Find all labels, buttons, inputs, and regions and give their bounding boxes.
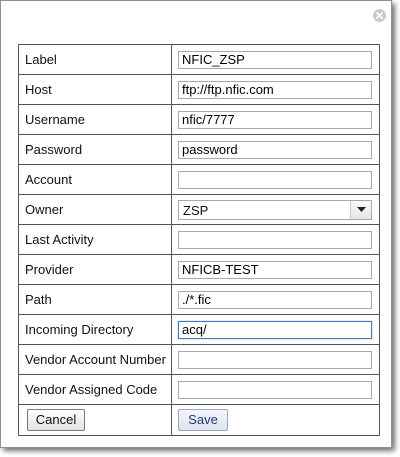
vendor-assigned-code-input[interactable] [178, 380, 372, 399]
last-activity-input[interactable] [178, 230, 372, 249]
form-row-path: Path [18, 284, 380, 315]
account-input[interactable] [178, 170, 372, 189]
form-row-password: Password [18, 134, 380, 165]
form-row-vendor-account-number: Vendor Account Number [18, 344, 380, 375]
host-input[interactable] [178, 80, 372, 99]
path-field-label: Path [18, 284, 172, 315]
settings-form: Label Host Username Password Account Own… [18, 44, 380, 436]
form-row-incoming-directory: Incoming Directory [18, 314, 380, 345]
password-field-label: Password [18, 134, 172, 165]
owner-field-label: Owner [18, 194, 172, 225]
close-icon[interactable] [373, 9, 386, 22]
vendor-account-number-input[interactable] [178, 350, 372, 369]
path-input[interactable] [178, 290, 372, 309]
host-field-label: Host [18, 74, 172, 105]
owner-select[interactable]: ZSP [178, 199, 372, 220]
username-field-label: Username [18, 104, 172, 135]
label-input[interactable] [178, 50, 372, 69]
provider-field-label: Provider [18, 254, 172, 285]
cancel-button[interactable]: Cancel [27, 409, 85, 431]
form-row-host: Host [18, 74, 380, 105]
form-row-provider: Provider [18, 254, 380, 285]
incoming-directory-input[interactable] [178, 320, 372, 339]
last-activity-field-label: Last Activity [18, 224, 172, 255]
form-button-row: Cancel Save [18, 404, 380, 436]
form-row-vendor-assigned-code: Vendor Assigned Code [18, 374, 380, 405]
form-row-label: Label [18, 44, 380, 75]
form-row-owner: Owner ZSP [18, 194, 380, 225]
form-row-last-activity: Last Activity [18, 224, 380, 255]
incoming-directory-field-label: Incoming Directory [18, 314, 172, 345]
label-field-label: Label [18, 44, 172, 75]
form-row-username: Username [18, 104, 380, 135]
ftp-settings-dialog: Label Host Username Password Account Own… [0, 0, 392, 448]
form-row-account: Account [18, 164, 380, 195]
vendor-assigned-code-field-label: Vendor Assigned Code [18, 374, 172, 405]
vendor-account-number-field-label: Vendor Account Number [18, 344, 172, 375]
account-field-label: Account [18, 164, 172, 195]
chevron-down-icon[interactable] [350, 200, 371, 219]
password-input[interactable] [178, 140, 372, 159]
username-input[interactable] [178, 110, 372, 129]
owner-selected-value: ZSP [183, 202, 209, 218]
provider-input[interactable] [178, 260, 372, 279]
save-button[interactable]: Save [178, 409, 228, 431]
